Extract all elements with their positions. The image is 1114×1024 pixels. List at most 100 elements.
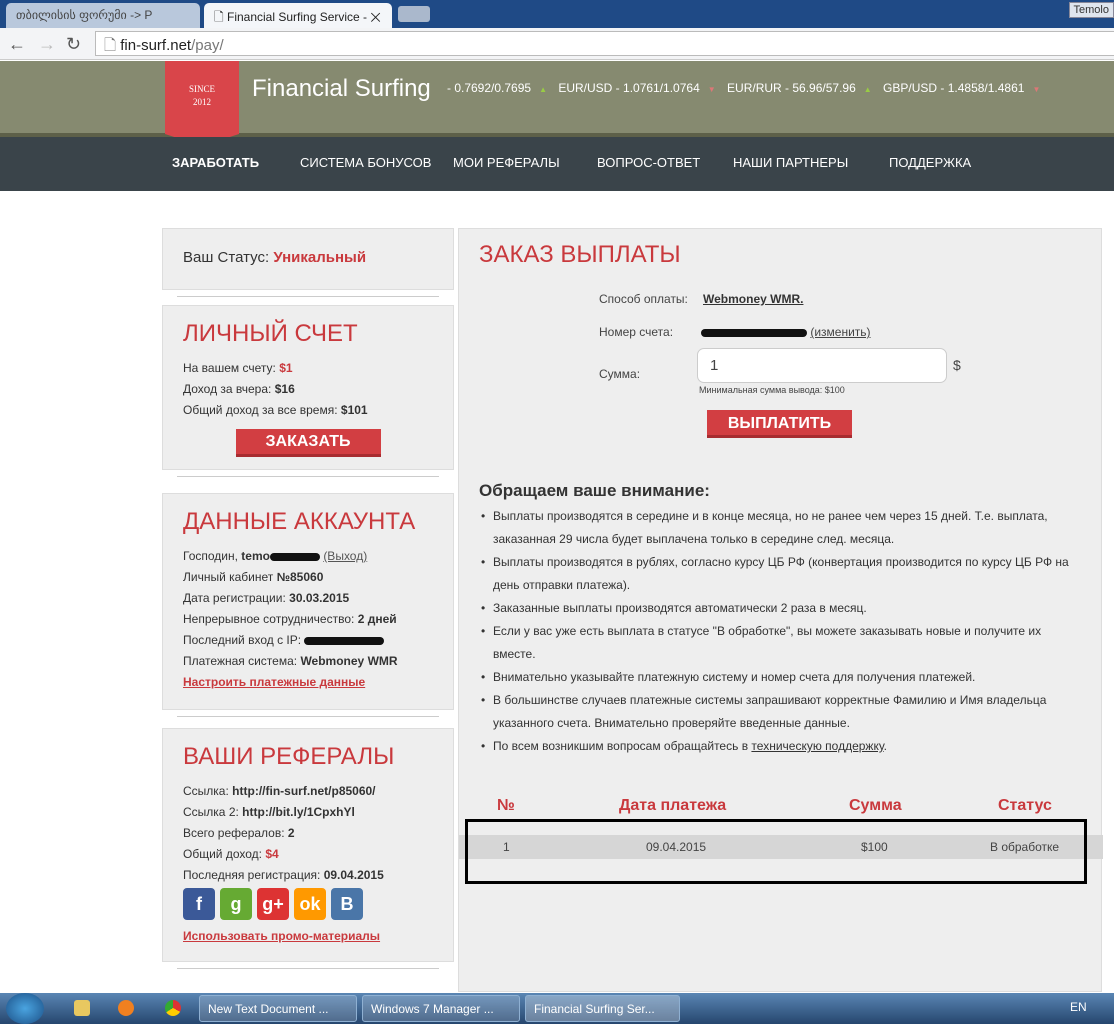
window-label: New Text Document ... — [208, 1002, 329, 1016]
label: Личный кабинет — [183, 570, 274, 584]
back-icon[interactable]: ← — [8, 34, 26, 55]
balance-value: $1 — [279, 361, 293, 375]
start-button[interactable] — [6, 993, 44, 1024]
label: Дата регистрации: — [183, 591, 286, 605]
label: Всего рефералов: — [183, 826, 285, 840]
odnoklassniki-icon[interactable]: ok — [294, 888, 326, 920]
url-host: fin-surf.net — [120, 37, 192, 54]
amount-input[interactable]: 1 — [697, 348, 947, 383]
redacted — [269, 552, 320, 561]
nav-earn[interactable]: ЗАРАБОТАТЬ — [172, 155, 259, 170]
label: Общий доход: — [183, 847, 262, 861]
note-item: По всем возникшим вопросам обращайтесь в… — [479, 735, 1079, 758]
reload-icon[interactable]: ↻ — [66, 34, 81, 55]
note-text: . — [883, 739, 887, 753]
site-header: SINCE 2012 Financial Surfing - 0.7692/0.7… — [0, 61, 1114, 146]
note-text: По всем возникшим вопросам обращайтесь в — [493, 739, 749, 753]
pay-system: Webmoney WMR — [300, 654, 398, 668]
explorer-icon[interactable] — [74, 1000, 90, 1016]
highlight-box — [465, 819, 1087, 884]
label: Номер счета: — [599, 325, 674, 339]
label: Непрерывное сотрудничество: — [183, 612, 355, 626]
taskbar-window-active[interactable]: Financial Surfing Ser... — [525, 995, 680, 1022]
redacted-account — [701, 328, 807, 337]
address-bar-row: ← → ↻ 🗋 fin-surf.net/pay/ — [0, 28, 1114, 60]
label: Способ оплаты: — [599, 292, 688, 306]
label: Последняя регистрация: — [183, 868, 321, 882]
url-input[interactable]: 🗋 fin-surf.net/pay/ — [95, 31, 1114, 56]
column-header: № — [497, 797, 515, 814]
change-account-link[interactable]: (изменить) — [810, 325, 870, 339]
notes-title: Обращаем ваше внимание: — [479, 481, 710, 500]
logout-link[interactable]: (Выход) — [323, 549, 367, 563]
coop-days: 2 дней — [357, 612, 397, 626]
browser-tab[interactable]: თბილისის ფორუმი -> P — [6, 3, 200, 28]
total-value: $101 — [340, 403, 368, 417]
note-item: Внимательно указывайте платежную систему… — [479, 666, 1079, 689]
google-icon[interactable]: g — [220, 888, 252, 920]
arrow-up-icon: ▲ — [539, 85, 547, 94]
browser-tab-bar: თბილისის ფორუმი -> P 🗋 Financial Surfing… — [0, 0, 1114, 28]
last-registration: 09.04.2015 — [323, 868, 384, 882]
taskbar-window[interactable]: Windows 7 Manager ... — [362, 995, 520, 1022]
tab-label: Financial Surfing Service - — [226, 10, 368, 24]
logo-year: 2012 — [193, 97, 211, 107]
cabinet-number: №85060 — [276, 570, 324, 584]
account-panel: ЛИЧНЫЙ СЧЕТ На вашем счету: $1 Доход за … — [162, 305, 454, 477]
order-button[interactable]: ЗАКАЗАТЬ — [235, 429, 381, 457]
vk-icon[interactable]: B — [331, 888, 363, 920]
note-item: В большинстве случаев платежные системы … — [479, 689, 1079, 735]
facebook-icon[interactable]: f — [183, 888, 215, 920]
ticker-item: EUR/USD - 1.0761/1.0764 — [558, 81, 700, 95]
arrow-down-icon: ▼ — [1032, 85, 1041, 94]
logo-text: SINCE — [188, 84, 215, 94]
payment-method-link[interactable]: Webmoney WMR. — [703, 292, 803, 306]
forward-icon[interactable]: → — [38, 34, 56, 55]
label: Платежная система: — [183, 654, 298, 668]
browser-tab-active[interactable]: 🗋 Financial Surfing Service - ✕ — [204, 3, 392, 28]
ticker-item: - 0.7692/0.7695 — [447, 81, 532, 95]
new-tab-button[interactable] — [398, 6, 430, 22]
label: Сумма: — [599, 367, 641, 381]
logo[interactable]: SINCE 2012 — [165, 61, 239, 146]
label: Общий доход за все время: — [183, 403, 338, 417]
taskbar-window[interactable]: New Text Document ... — [199, 995, 357, 1022]
media-player-icon[interactable] — [118, 1000, 134, 1016]
referral-link[interactable]: http://fin-surf.net/p85060/ — [232, 784, 375, 798]
promo-link[interactable]: Использовать промо-материалы — [183, 929, 380, 943]
tab-label: თბილისის ფორუმი -> P — [16, 8, 153, 22]
setup-payment-link[interactable]: Настроить платежные данные — [183, 675, 365, 689]
status-value: Уникальный — [273, 249, 367, 266]
status-panel: Ваш Статус: Уникальный — [162, 228, 454, 297]
nav-support[interactable]: ПОДДЕРЖКА — [889, 155, 971, 170]
language-indicator[interactable]: EN — [1070, 1000, 1087, 1014]
support-link[interactable]: техническую поддержку — [751, 739, 883, 753]
note-item: Выплаты производятся в середине и в конц… — [479, 505, 1079, 551]
google-plus-icon[interactable]: g+ — [257, 888, 289, 920]
nav-referrals[interactable]: МОИ РЕФЕРАЛЫ — [453, 155, 560, 170]
column-header: Дата платежа — [619, 797, 727, 814]
nav-faq[interactable]: ВОПРОС-ОТВЕТ — [597, 155, 700, 170]
note-item: Выплаты производятся в рублях, согласно … — [479, 551, 1079, 597]
pay-button[interactable]: ВЫПЛАТИТЬ — [707, 410, 852, 438]
notes: Обращаем ваше внимание: Выплаты производ… — [479, 481, 1079, 758]
page-title: ЗАКАЗ ВЫПЛАТЫ — [479, 241, 681, 268]
profile-button[interactable]: Temolo — [1068, 2, 1114, 18]
referral-link-2[interactable]: http://bit.ly/1CpxhYl — [242, 805, 355, 819]
status-label: Ваш Статус: — [183, 249, 270, 266]
nav-partners[interactable]: НАШИ ПАРТНЕРЫ — [733, 155, 848, 170]
close-icon[interactable]: ✕ — [370, 10, 380, 24]
chrome-icon[interactable] — [165, 1000, 181, 1016]
page-icon: 🗋 — [104, 37, 121, 54]
currency-ticker: - 0.7692/0.7695 ▲ EUR/USD - 1.0761/1.0764… — [447, 81, 1048, 95]
window-label: Financial Surfing Ser... — [534, 1002, 655, 1016]
ticker-item: GBP/USD - 1.4858/1.4861 — [883, 81, 1025, 95]
main-nav: ЗАРАБОТАТЬ СИСТЕМА БОНУСОВ МОИ РЕФЕРАЛЫ … — [0, 137, 1114, 191]
url-path: /pay/ — [191, 37, 224, 54]
account-data-panel: ДАННЫЕ АККАУНТА Господин, temo (Выход) Л… — [162, 493, 454, 717]
label: Доход за вчера: — [183, 382, 272, 396]
nav-bonus[interactable]: СИСТЕМА БОНУСОВ — [300, 155, 431, 170]
yesterday-value: $16 — [274, 382, 295, 396]
window-label: Windows 7 Manager ... — [371, 1002, 494, 1016]
panel-title: ЛИЧНЫЙ СЧЕТ — [183, 320, 358, 347]
